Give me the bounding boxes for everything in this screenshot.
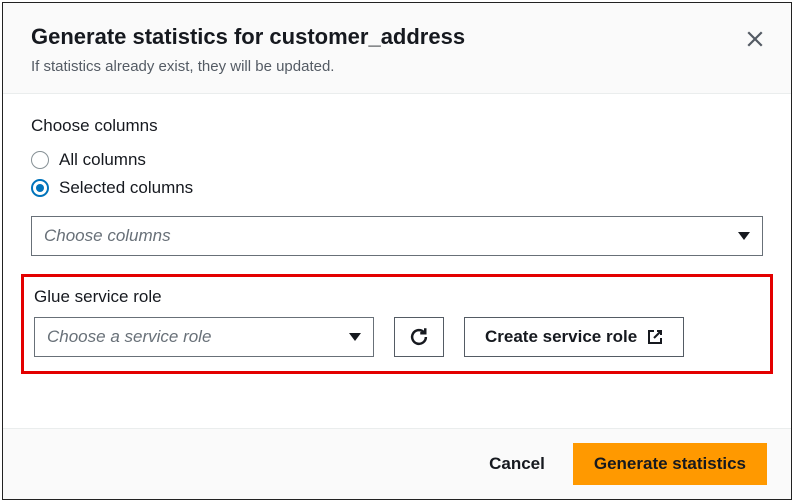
button-label: Create service role <box>485 327 637 347</box>
create-service-role-button[interactable]: Create service role <box>464 317 684 357</box>
columns-radio-group: All columns Selected columns <box>31 146 763 202</box>
close-button[interactable] <box>743 27 767 51</box>
modal-body: Choose columns All columns Selected colu… <box>3 94 791 428</box>
generate-statistics-button[interactable]: Generate statistics <box>573 443 767 485</box>
radio-selected-columns[interactable]: Selected columns <box>31 174 763 202</box>
close-icon <box>746 30 764 48</box>
radio-label: All columns <box>59 150 146 170</box>
modal-header: Generate statistics for customer_address… <box>3 3 791 94</box>
modal-subtitle: If statistics already exist, they will b… <box>31 58 763 75</box>
refresh-button[interactable] <box>394 317 444 357</box>
select-placeholder: Choose columns <box>44 226 171 246</box>
radio-all-columns[interactable]: All columns <box>31 146 763 174</box>
chevron-down-icon <box>349 333 361 341</box>
glue-role-label: Glue service role <box>34 287 760 307</box>
modal-footer: Cancel Generate statistics <box>3 428 791 499</box>
select-placeholder: Choose a service role <box>47 327 211 347</box>
generate-statistics-modal: Generate statistics for customer_address… <box>2 2 792 500</box>
glue-role-highlight: Glue service role Choose a service role … <box>21 274 773 374</box>
service-role-select[interactable]: Choose a service role <box>34 317 374 357</box>
modal-title: Generate statistics for customer_address <box>31 23 763 52</box>
cancel-button[interactable]: Cancel <box>479 446 555 482</box>
choose-columns-label: Choose columns <box>31 116 763 136</box>
radio-label: Selected columns <box>59 178 193 198</box>
external-link-icon <box>647 329 663 345</box>
refresh-icon <box>409 327 429 347</box>
choose-columns-select[interactable]: Choose columns <box>31 216 763 256</box>
radio-icon <box>31 151 49 169</box>
chevron-down-icon <box>738 232 750 240</box>
glue-role-row: Choose a service role Create service rol… <box>34 317 760 357</box>
radio-icon <box>31 179 49 197</box>
